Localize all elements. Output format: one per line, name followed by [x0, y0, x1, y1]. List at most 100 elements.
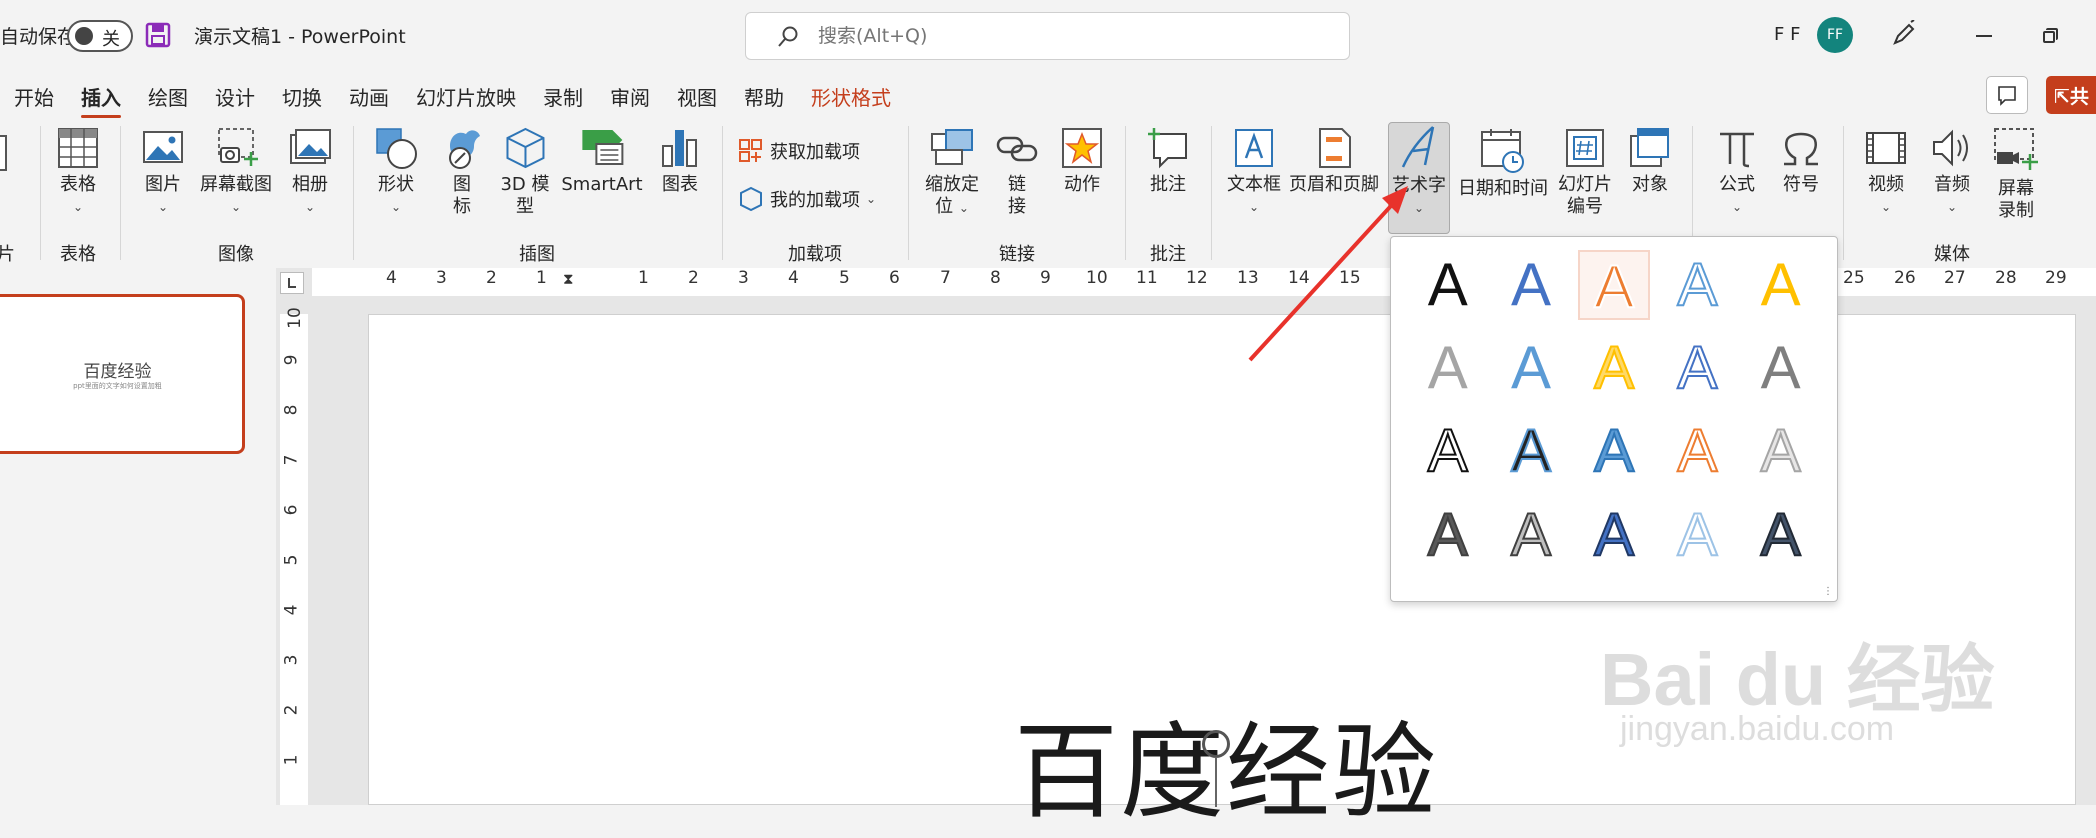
search-input[interactable]: [818, 22, 1318, 50]
tab-home[interactable]: 开始: [14, 82, 54, 111]
date-time-button[interactable]: 日期和时间: [1458, 126, 1548, 200]
group-separator: [1843, 126, 1844, 260]
tab-review[interactable]: 审阅: [610, 82, 650, 111]
avatar[interactable]: FF: [1817, 17, 1853, 53]
icons-label-line1: 图: [453, 174, 471, 195]
smartart-button[interactable]: SmartArt: [561, 126, 643, 196]
object-icon: [1630, 128, 1669, 167]
chevron-down-icon: ⌄: [1946, 200, 1958, 214]
wordart-style-option[interactable]: A: [1578, 500, 1650, 570]
tab-selector[interactable]: [280, 272, 304, 294]
wordart-style-option[interactable]: A: [1578, 416, 1650, 486]
autosave-state: 关: [102, 29, 120, 50]
wordart-style-option[interactable]: A: [1495, 500, 1567, 570]
equation-button[interactable]: 公式 ⌄: [1715, 126, 1759, 218]
share-button[interactable]: ⇱共: [2046, 76, 2096, 114]
group-label-illustrations: 插图: [519, 244, 555, 265]
wordart-style-option[interactable]: A: [1495, 416, 1567, 486]
wordart-style-option[interactable]: A: [1412, 333, 1484, 403]
search-box[interactable]: [745, 12, 1350, 60]
screen-recording-label-line2: 录制: [1998, 200, 2034, 221]
get-addins-button[interactable]: 获取加载项: [738, 138, 860, 164]
tab-slideshow[interactable]: 幻灯片放映: [416, 82, 516, 111]
tab-animations[interactable]: 动画: [349, 82, 389, 111]
symbol-button[interactable]: 符号: [1779, 126, 1823, 196]
chart-button[interactable]: 图表: [658, 126, 702, 196]
ruler-tick: 3: [281, 654, 302, 666]
photo-album-button[interactable]: 相册 ⌄: [288, 126, 332, 218]
tab-shape-format[interactable]: 形状格式: [811, 82, 891, 111]
group-separator: [1125, 126, 1126, 260]
wordart-style-option[interactable]: A: [1661, 333, 1733, 403]
wordart-style-option[interactable]: A: [1412, 250, 1484, 320]
wordart-glyph: A: [1760, 500, 1802, 569]
wordart-style-option[interactable]: A: [1495, 250, 1567, 320]
chevron-down-icon: ⌄: [1731, 200, 1743, 214]
ruler-tick: 27: [1944, 268, 1966, 288]
ruler-tick: 28: [1995, 268, 2017, 288]
shapes-button[interactable]: 形状 ⌄: [374, 126, 418, 218]
link-icon: [996, 136, 1038, 162]
wordart-style-option[interactable]: A: [1745, 250, 1817, 320]
ruler-tick: 12: [1186, 268, 1208, 288]
wordart-style-option[interactable]: A: [1412, 500, 1484, 570]
zoom-icon: [931, 129, 973, 165]
rotate-handle[interactable]: [1202, 730, 1230, 758]
wordart-style-option[interactable]: A: [1745, 333, 1817, 403]
tab-insert[interactable]: 插入: [81, 82, 121, 118]
wordart-style-option[interactable]: A: [1745, 416, 1817, 486]
wordart-style-option[interactable]: A: [1661, 500, 1733, 570]
tab-help[interactable]: 帮助: [744, 82, 784, 111]
wordart-style-option[interactable]: A: [1661, 416, 1733, 486]
object-button[interactable]: 对象: [1628, 126, 1672, 196]
comment-button[interactable]: 批注: [1146, 126, 1190, 196]
wordart-style-option[interactable]: A: [1495, 333, 1567, 403]
audio-button[interactable]: 音频 ⌄: [1930, 126, 1974, 218]
wordart-style-option[interactable]: A: [1578, 333, 1650, 403]
rotate-handle-line: [1215, 757, 1217, 807]
3d-models-button[interactable]: 3D 模 型: [500, 126, 550, 218]
link-button[interactable]: 链 接: [995, 126, 1039, 218]
screenshot-button[interactable]: 屏幕截图 ⌄: [200, 126, 272, 218]
tab-record[interactable]: 录制: [543, 82, 583, 111]
tab-view[interactable]: 视图: [677, 82, 717, 111]
vertical-ruler[interactable]: 10 9 8 7 6 5 4 3 2 1: [280, 307, 308, 805]
slide-number-button[interactable]: 幻灯片 编号: [1558, 126, 1612, 218]
table-button[interactable]: 表格 ⌄: [56, 126, 100, 218]
slide-thumbnail[interactable]: 百度经验 ppt里面的文字如何设置加粗: [0, 294, 245, 454]
header-footer-icon: [1319, 128, 1351, 168]
group-label-links: 链接: [999, 244, 1035, 265]
pen-icon[interactable]: [1890, 20, 1918, 48]
autosave-toggle[interactable]: 关: [67, 20, 133, 52]
ruler-tick: 2: [688, 268, 699, 288]
minimize-button[interactable]: [1962, 16, 2008, 56]
comment-icon: [1998, 86, 2016, 106]
tab-design[interactable]: 设计: [215, 82, 255, 111]
save-icon[interactable]: [145, 22, 171, 48]
my-addins-button[interactable]: 我的加载项 ⌄: [738, 186, 876, 212]
pictures-button[interactable]: 图片 ⌄: [141, 126, 185, 218]
store-icon: [739, 139, 762, 162]
slide-title-textbox[interactable]: 百度经验: [1014, 687, 1438, 838]
tab-transitions[interactable]: 切换: [282, 82, 322, 111]
zoom-button[interactable]: 缩放定 位 ⌄: [925, 126, 979, 219]
wordart-style-option[interactable]: A: [1412, 416, 1484, 486]
icons-button[interactable]: 图 标: [440, 126, 484, 218]
wordart-style-option[interactable]: A: [1578, 250, 1651, 321]
calendar-icon: [1481, 129, 1524, 173]
wordart-style-option[interactable]: A: [1745, 500, 1817, 570]
screen-recording-button[interactable]: 屏幕 录制: [1992, 126, 2040, 222]
wordart-glyph: A: [1427, 416, 1469, 485]
ribbon-tabs: 开始 插入 绘图 设计 切换 动画 幻灯片放映 录制 审阅 视图 帮助 形状格式: [0, 72, 2096, 118]
tab-draw[interactable]: 绘图: [148, 82, 188, 111]
wordart-style-option[interactable]: A: [1661, 250, 1733, 320]
comments-button[interactable]: [1986, 76, 2028, 114]
smartart-icon: [581, 130, 623, 165]
restore-button[interactable]: [2026, 16, 2072, 56]
action-button[interactable]: 动作: [1060, 126, 1104, 196]
indent-marker[interactable]: ⧗: [563, 270, 574, 288]
ruler-tick: 7: [940, 268, 951, 288]
new-slide-icon[interactable]: [0, 134, 10, 174]
comment-label: 批注: [1150, 174, 1186, 195]
video-button[interactable]: 视频 ⌄: [1864, 126, 1908, 218]
